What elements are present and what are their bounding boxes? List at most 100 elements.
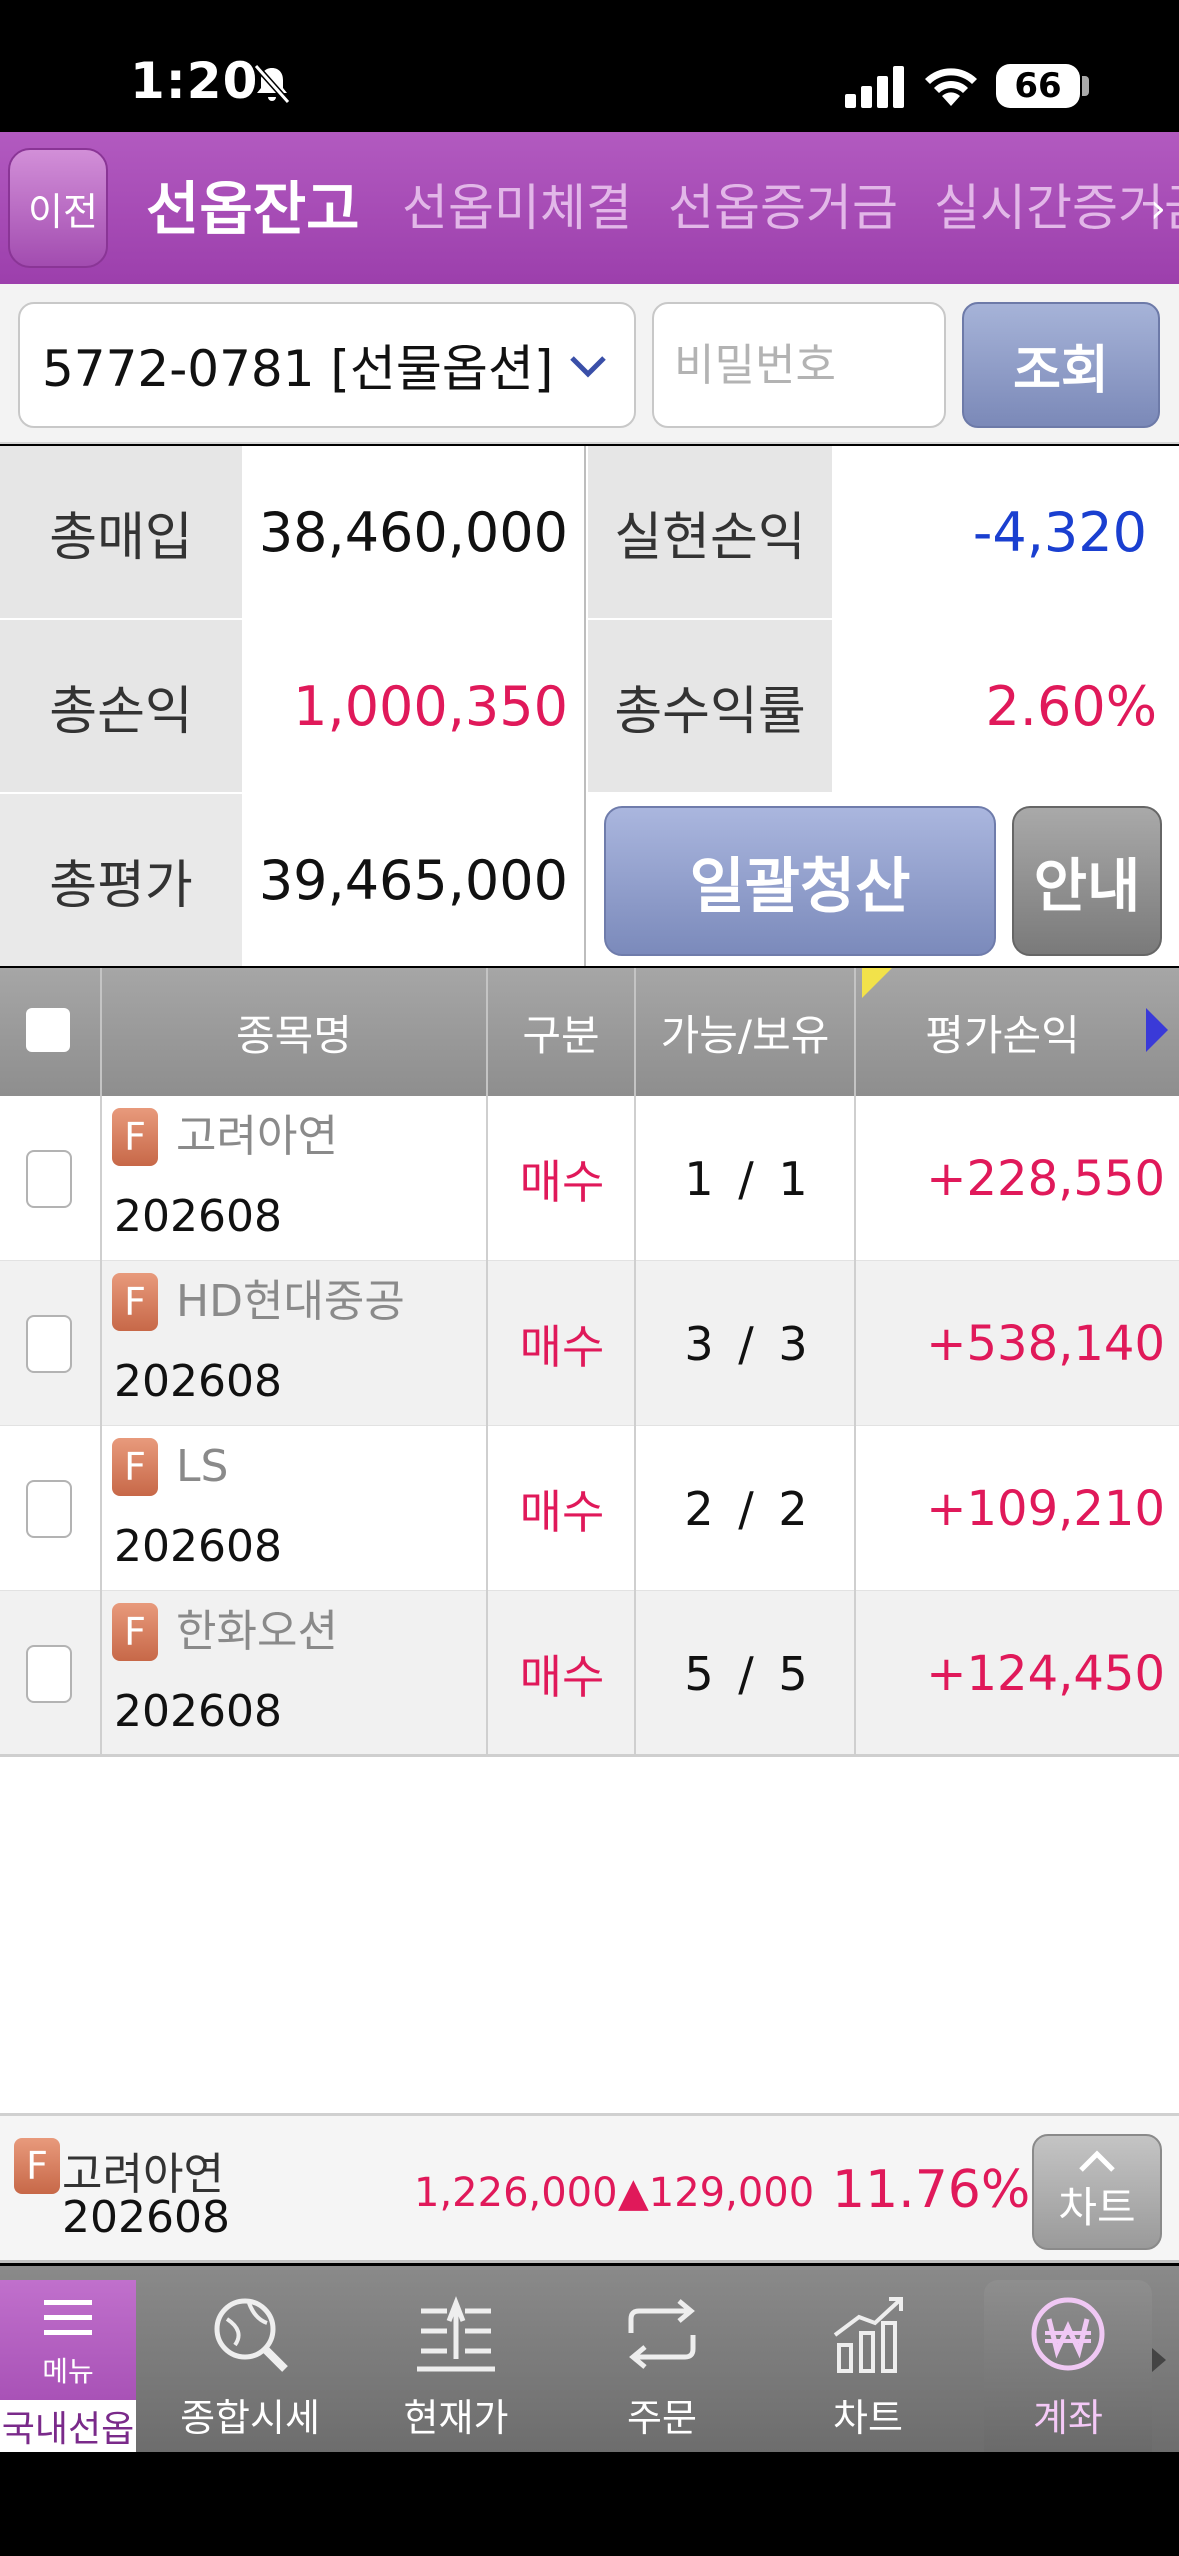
total-return-value: 2.60% (985, 674, 1157, 738)
row-checkbox[interactable] (26, 1480, 72, 1538)
column-divider (100, 1591, 102, 1756)
eval-pnl: +228,550 (926, 1150, 1165, 1207)
status-bar: 1:20 66 (0, 0, 1179, 132)
futures-badge-icon: F (112, 1108, 158, 1166)
stock-name: LS (176, 1441, 229, 1492)
nav-menu-button[interactable]: 메뉴 국내선옵 (0, 2280, 136, 2452)
futures-badge-icon: F (112, 1603, 158, 1661)
available-holding: 1 / 1 (684, 1151, 808, 1206)
chart-button-label: 차트 (1058, 2182, 1136, 2232)
stock-name: 한화오션 (176, 1606, 338, 1657)
liquidate-all-button[interactable]: 일괄청산 (604, 806, 996, 956)
trade-side: 매수 (519, 1319, 605, 1374)
table-row[interactable]: F 한화오션 202608 매수 5 / 5 +124,450 (0, 1591, 1179, 1756)
row-checkbox[interactable] (26, 1150, 72, 1208)
guide-button[interactable]: 안내 (1012, 806, 1162, 956)
empty-list-area (0, 1757, 1179, 2113)
stock-code: 202608 (114, 1521, 282, 1572)
nav-item-market[interactable]: 종합시세 (160, 2266, 340, 2452)
futures-badge-icon: F (112, 1273, 158, 1331)
header-flag-icon (862, 968, 892, 998)
trade-side: 매수 (519, 1484, 605, 1539)
select-all-checkbox[interactable] (26, 1008, 70, 1052)
position-list: F 고려아연 202608 매수 1 / 1 +228,550 F HD현대중공… (0, 1096, 1179, 1756)
hamburger-icon (44, 2300, 92, 2335)
stock-code: 202608 (114, 1356, 282, 1407)
tab-futures-balance[interactable]: 선옵잔고 (146, 162, 359, 246)
password-input[interactable] (652, 302, 946, 428)
back-button[interactable]: 이전 (8, 148, 108, 268)
nav-item-price[interactable]: 현재가 (366, 2266, 546, 2452)
battery-cap (1082, 76, 1089, 96)
table-scroll-right-icon[interactable] (1146, 1008, 1168, 1052)
won-coin-icon (1031, 2297, 1105, 2371)
nav-item-account[interactable]: 계좌 (984, 2266, 1152, 2452)
trade-side: 매수 (519, 1154, 605, 1209)
column-divider (100, 1426, 102, 1591)
chart-button[interactable]: 차트 (1032, 2134, 1162, 2250)
nav-item-label: 현재가 (403, 2396, 509, 2440)
tab-realtime-margin[interactable]: 실시간증거금 (934, 168, 1179, 240)
account-row: 5772-0781 [선물옵션] 조회 (0, 284, 1179, 444)
tab-bar: 이전 선옵잔고 선옵미체결 선옵증거금 실시간증거금 › (0, 132, 1179, 284)
total-eval-value: 39,465,000 (258, 848, 568, 912)
row-checkbox[interactable] (26, 1315, 72, 1373)
total-buy-label: 총매입 (0, 446, 242, 618)
table-row[interactable]: F HD현대중공 202608 매수 3 / 3 +538,140 (0, 1261, 1179, 1426)
nav-menu-text: 메뉴 (42, 2355, 94, 2388)
wifi-icon (925, 68, 977, 106)
nav-menu-sub: 국내선옵 (0, 2400, 136, 2452)
nav-scroll-right-icon[interactable] (1152, 2348, 1166, 2372)
account-select-value: 5772-0781 [선물옵션] (42, 340, 554, 398)
nav-item-chart[interactable]: 차트 (778, 2266, 958, 2452)
header-side[interactable]: 구분 (488, 968, 636, 1096)
available-holding: 5 / 5 (684, 1646, 808, 1701)
ticker-strip[interactable]: F 고려아연 202608 1,226,000 ▲129,000 11.76% … (0, 2113, 1179, 2263)
eval-pnl: +538,140 (926, 1315, 1165, 1372)
eval-pnl: +109,210 (926, 1480, 1165, 1537)
total-pnl-value: 1,000,350 (293, 674, 568, 738)
total-buy-value: 38,460,000 (258, 500, 568, 564)
chevron-down-icon (570, 356, 606, 378)
stock-name: 고려아연 (176, 1111, 338, 1162)
summary-divider (584, 446, 586, 966)
ticker-change: ▲129,000 (618, 2170, 815, 2216)
trade-side: 매수 (519, 1649, 605, 1704)
chevron-up-icon (1079, 2149, 1115, 2172)
summary-panel: 총매입 38,460,000 총손익 1,000,350 총평가 39,465,… (0, 446, 1179, 966)
tab-futures-margin[interactable]: 선옵증거금 (668, 168, 898, 240)
header-name[interactable]: 종목명 (102, 968, 488, 1096)
table-row[interactable]: F 고려아연 202608 매수 1 / 1 +228,550 (0, 1096, 1179, 1261)
header-qty[interactable]: 가능/보유 (636, 968, 856, 1096)
tab-scroll-right-icon[interactable]: › (1150, 186, 1166, 232)
table-row[interactable]: F LS 202608 매수 2 / 2 +109,210 (0, 1426, 1179, 1591)
ticker-code: 202608 (62, 2192, 230, 2243)
total-pnl-label: 총손익 (0, 620, 242, 792)
home-indicator-area (0, 2452, 1179, 2556)
stock-code: 202608 (114, 1686, 282, 1737)
price-list-icon (417, 2296, 495, 2372)
nav-item-order[interactable]: 주문 (572, 2266, 752, 2452)
header-pnl[interactable]: 평가손익 (856, 968, 1179, 1096)
stock-code: 202608 (114, 1191, 282, 1242)
nav-item-label: 차트 (833, 2396, 903, 2440)
eval-pnl: +124,450 (926, 1645, 1165, 1702)
nav-item-label: 주문 (627, 2396, 697, 2440)
battery-indicator: 66 (996, 64, 1080, 108)
stock-name: HD현대중공 (176, 1276, 405, 1327)
ticker-rate: 11.76% (832, 2160, 1031, 2220)
account-select[interactable]: 5772-0781 [선물옵션] (18, 302, 636, 428)
total-return-label: 총수익률 (588, 620, 832, 792)
total-eval-label: 총평가 (0, 794, 242, 966)
ticker-price: 1,226,000 (414, 2170, 618, 2216)
available-holding: 3 / 3 (684, 1316, 808, 1371)
header-check-cell (0, 968, 102, 1096)
globe-search-icon (214, 2298, 288, 2372)
query-button[interactable]: 조회 (962, 302, 1160, 428)
tab-futures-unfilled[interactable]: 선옵미체결 (402, 168, 632, 240)
refresh-arrows-icon (628, 2299, 696, 2369)
realized-pnl-value: -4,320 (972, 500, 1147, 564)
status-time: 1:20 (130, 52, 259, 110)
row-checkbox[interactable] (26, 1645, 72, 1703)
futures-badge-icon: F (14, 2138, 60, 2194)
